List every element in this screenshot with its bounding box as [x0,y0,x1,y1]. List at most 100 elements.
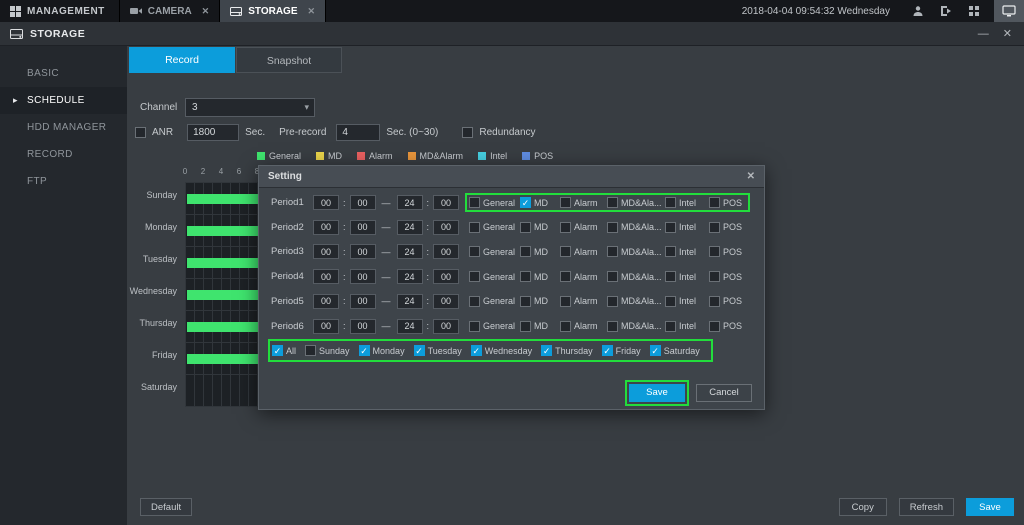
management-menu[interactable]: MANAGEMENT [0,0,120,22]
record-type-checkbox[interactable] [607,321,618,332]
period-end-minute-input[interactable] [433,319,459,334]
anr-checkbox[interactable] [135,127,146,138]
period-start-hour-input[interactable] [313,269,339,284]
period-end-hour-input[interactable] [397,319,423,334]
record-type-checkbox[interactable] [560,197,571,208]
period-end-hour-input[interactable] [397,269,423,284]
period-start-hour-input[interactable] [313,244,339,259]
close-icon[interactable]: ✕ [1003,27,1012,40]
tab-snapshot[interactable]: Snapshot [236,47,342,73]
copy-button[interactable]: Copy [839,498,887,516]
record-type-checkbox[interactable] [520,321,531,332]
tab-camera[interactable]: CAMERA ✕ [120,0,220,22]
record-type-checkbox[interactable] [520,271,531,282]
anr-input[interactable] [187,124,239,141]
tab-record[interactable]: Record [129,47,235,73]
record-type-checkbox[interactable] [665,321,676,332]
record-type-checkbox[interactable] [709,197,720,208]
record-type-checkbox[interactable] [607,222,618,233]
record-type-checkbox[interactable] [607,296,618,307]
record-type-checkbox[interactable] [665,296,676,307]
period-start-minute-input[interactable] [350,269,376,284]
period-end-hour-input[interactable] [397,294,423,309]
period-end-minute-input[interactable] [433,269,459,284]
record-type-checkbox[interactable] [665,271,676,282]
save-button[interactable]: Save [629,384,685,402]
record-type-checkbox[interactable] [665,222,676,233]
record-type-checkbox[interactable] [469,222,480,233]
record-type-checkbox[interactable] [560,271,571,282]
record-type-checkbox[interactable] [469,296,480,307]
record-type-checkbox[interactable] [469,197,480,208]
record-type-checkbox[interactable] [607,271,618,282]
record-type-checkbox[interactable] [665,197,676,208]
record-type-checkbox[interactable] [709,222,720,233]
tab-storage-top[interactable]: STORAGE ✕ [220,0,326,22]
minimize-icon[interactable]: — [978,28,989,40]
tab-close-icon[interactable]: ✕ [202,6,210,17]
period-end-minute-input[interactable] [433,195,459,210]
sidebar-item-record[interactable]: RECORD [0,141,127,168]
record-type-checkbox[interactable] [469,321,480,332]
day-checkbox[interactable]: ✓ [650,345,661,356]
sidebar-item-basic[interactable]: BASIC [0,60,127,87]
period-start-hour-input[interactable] [313,294,339,309]
day-checkbox[interactable] [305,345,316,356]
tab-close-icon[interactable]: ✕ [308,6,316,17]
channel-dropdown[interactable]: 3 [185,98,315,117]
range-dash: — [382,198,391,208]
apps-grid-icon[interactable] [960,0,988,22]
record-type-checkbox[interactable] [709,246,720,257]
cancel-button[interactable]: Cancel [696,384,752,402]
record-type-checkbox[interactable] [520,246,531,257]
day-checkbox[interactable]: ✓ [602,345,613,356]
period-start-hour-input[interactable] [313,220,339,235]
period-start-minute-input[interactable] [350,195,376,210]
dialog-close-icon[interactable]: ✕ [747,171,755,182]
sidebar-item-schedule[interactable]: SCHEDULE [0,87,127,114]
period-start-minute-input[interactable] [350,294,376,309]
record-type-checkbox[interactable] [709,271,720,282]
logout-icon[interactable] [932,0,960,22]
footer-save-button[interactable]: Save [966,498,1014,516]
period-end-minute-input[interactable] [433,294,459,309]
period-end-hour-input[interactable] [397,195,423,210]
record-type-checkbox[interactable] [469,246,480,257]
record-type-checkbox[interactable] [709,321,720,332]
record-type-checkbox[interactable] [665,246,676,257]
record-type-checkbox[interactable] [709,296,720,307]
record-type-checkbox[interactable] [469,271,480,282]
record-type-checkbox[interactable] [560,321,571,332]
sidebar-item-ftp[interactable]: FTP [0,168,127,195]
redundancy-checkbox[interactable] [462,127,473,138]
display-monitor-icon[interactable] [994,0,1024,22]
user-icon[interactable] [904,0,932,22]
period-start-minute-input[interactable] [350,244,376,259]
day-checkbox[interactable]: ✓ [272,345,283,356]
day-checkbox[interactable]: ✓ [359,345,370,356]
period-start-hour-input[interactable] [313,195,339,210]
period-start-minute-input[interactable] [350,319,376,334]
period-end-hour-input[interactable] [397,244,423,259]
period-start-hour-input[interactable] [313,319,339,334]
default-button[interactable]: Default [140,498,192,516]
prerecord-input[interactable] [336,124,380,141]
period-end-minute-input[interactable] [433,220,459,235]
day-checkbox[interactable]: ✓ [414,345,425,356]
record-type-checkbox[interactable] [520,296,531,307]
period-end-minute-input[interactable] [433,244,459,259]
refresh-button[interactable]: Refresh [899,498,954,516]
legend-item: POS [522,151,553,161]
day-checkbox[interactable]: ✓ [471,345,482,356]
record-type-checkbox[interactable] [607,197,618,208]
record-type-checkbox[interactable] [560,222,571,233]
record-type-checkbox[interactable] [560,296,571,307]
period-start-minute-input[interactable] [350,220,376,235]
record-type-checkbox[interactable]: ✓ [520,197,531,208]
day-checkbox[interactable]: ✓ [541,345,552,356]
record-type-checkbox[interactable] [560,246,571,257]
record-type-checkbox[interactable] [520,222,531,233]
period-end-hour-input[interactable] [397,220,423,235]
sidebar-item-hdd-manager[interactable]: HDD MANAGER [0,114,127,141]
record-type-checkbox[interactable] [607,246,618,257]
